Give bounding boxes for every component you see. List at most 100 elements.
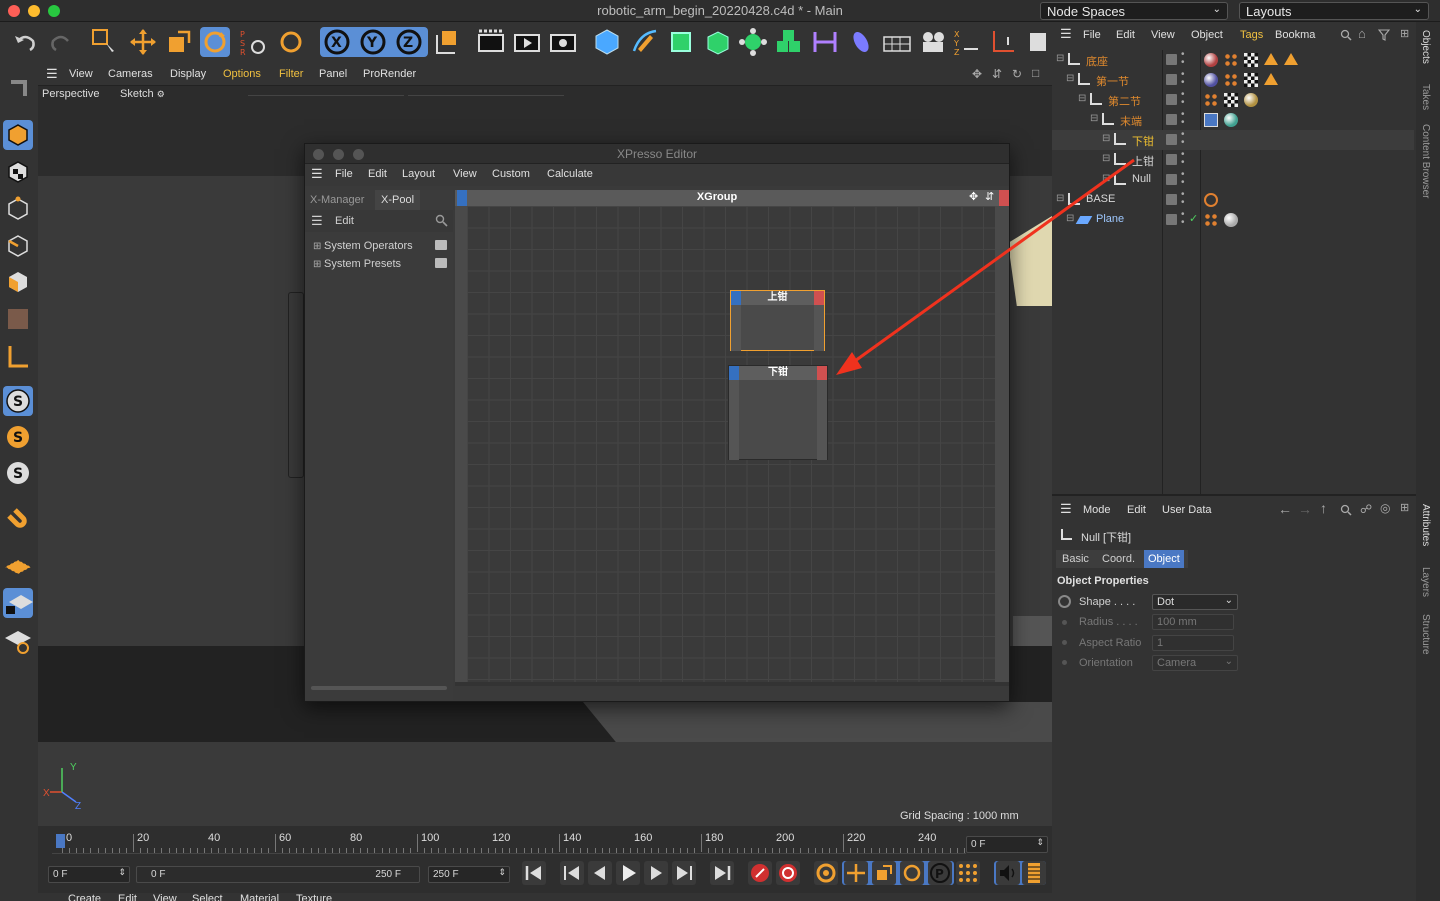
hamburger-menu-icon[interactable]: ☰ <box>46 66 58 82</box>
y-axis-icon[interactable]: Y <box>358 27 388 57</box>
rotation-key-icon[interactable] <box>900 861 924 885</box>
playhead[interactable] <box>56 834 65 848</box>
xgroup-output-port[interactable] <box>999 190 1009 206</box>
stepper-icon[interactable]: ⇕ <box>118 867 126 878</box>
layer-icon[interactable] <box>1166 134 1177 145</box>
objects-menu-object[interactable]: Object <box>1191 29 1223 41</box>
attributes-menu-user-data[interactable]: User Data <box>1162 504 1212 516</box>
current-frame-field[interactable]: 0 F ⇕ <box>966 836 1048 853</box>
side-tab-takes[interactable]: Takes <box>1420 84 1431 110</box>
hamburger-menu-icon[interactable]: ☰ <box>311 166 323 182</box>
point-level-key-icon[interactable] <box>956 861 980 885</box>
coordinate-system-icon[interactable] <box>432 27 462 57</box>
sphere-teal-tag-icon[interactable] <box>1224 113 1238 127</box>
node-input-port[interactable] <box>731 291 741 305</box>
viewport-pan-icon[interactable]: ✥ <box>972 67 982 81</box>
bottom-menu-material[interactable]: Material <box>240 893 279 901</box>
recent-tools-icon[interactable] <box>276 27 306 57</box>
expand-minus-icon[interactable]: ⊟ <box>1102 133 1110 144</box>
hamburger-menu-icon[interactable]: ☰ <box>1060 501 1072 517</box>
dots-tag-icon[interactable] <box>1224 73 1238 87</box>
tri-tag-icon[interactable] <box>1284 53 1298 65</box>
forward-arrow-icon[interactable]: → <box>1298 501 1312 517</box>
dots-tag-icon[interactable] <box>1204 93 1218 107</box>
side-tab-attributes[interactable]: Attributes <box>1420 504 1431 546</box>
layer-icon[interactable] <box>1166 214 1177 225</box>
object-mode-button[interactable] <box>3 120 33 150</box>
expand-minus-icon[interactable]: ⊟ <box>1102 173 1110 184</box>
xpool-edit-menu[interactable]: Edit <box>335 215 354 227</box>
animate-dot[interactable] <box>1062 620 1067 625</box>
camera-label[interactable]: Perspective <box>38 86 104 104</box>
side-tab-objects[interactable]: Objects <box>1420 30 1431 64</box>
mograph-cubes-icon[interactable] <box>774 27 804 57</box>
expand-minus-icon[interactable]: ⊟ <box>1066 73 1074 84</box>
end-frame-field[interactable]: 250 F ⇕ <box>428 866 510 883</box>
record-keys-icon[interactable] <box>748 861 772 885</box>
expand-minus-icon[interactable]: ⊟ <box>1102 153 1110 164</box>
viewport-menu-cameras[interactable]: Cameras <box>108 68 153 80</box>
stepper-icon[interactable]: ⇕ <box>498 867 506 878</box>
viewport-toggle-icon[interactable]: □ <box>1032 66 1039 80</box>
workplane-icon[interactable] <box>1024 27 1048 57</box>
side-tab-content-browser[interactable]: Content Browser <box>1420 124 1431 198</box>
rotate-button[interactable] <box>200 27 230 57</box>
search-icon[interactable] <box>1340 29 1352 41</box>
viewport-menu-display[interactable]: Display <box>170 68 206 80</box>
viewport-menu-panel[interactable]: Panel <box>319 68 347 80</box>
next-key-icon[interactable] <box>672 861 696 885</box>
xpresso-editor-window[interactable]: XPresso Editor ☰ File Edit Layout View C… <box>304 143 1010 702</box>
quantize-icon[interactable]: S <box>3 458 33 488</box>
extrude-icon[interactable] <box>702 27 732 57</box>
auto-keying-icon[interactable] <box>776 861 800 885</box>
checker-tag-icon[interactable] <box>1224 93 1238 107</box>
object-row[interactable]: ⊟ BASE • • <box>1052 190 1414 210</box>
bottom-menu-view[interactable]: View <box>153 893 177 901</box>
tab-x-pool[interactable]: X-Pool <box>375 190 421 210</box>
layer-icon[interactable] <box>1166 54 1177 65</box>
visibility-dots-icon[interactable]: • • <box>1181 130 1185 148</box>
layer-icon[interactable] <box>1166 114 1177 125</box>
checker-tag-icon[interactable] <box>1244 53 1258 67</box>
layer-icon[interactable] <box>1166 94 1177 105</box>
tab-x-manager[interactable]: X-Manager <box>310 194 364 206</box>
xpresso-menu-view[interactable]: View <box>453 168 477 180</box>
attributes-menu-mode[interactable]: Mode <box>1083 504 1111 516</box>
animate-dot[interactable] <box>1062 660 1067 665</box>
cube-icon[interactable] <box>592 27 622 57</box>
expand-minus-icon[interactable]: ⊟ <box>1056 193 1064 204</box>
sidebar-horizontal-scrollbar[interactable] <box>311 686 447 690</box>
texture-mode-icon[interactable] <box>3 157 33 187</box>
expand-minus-icon[interactable]: ⊟ <box>1090 113 1098 124</box>
next-frame-icon[interactable] <box>644 861 668 885</box>
expand-minus-icon[interactable]: ⊟ <box>1066 213 1074 224</box>
parameter-key-icon[interactable]: P <box>928 861 952 885</box>
psr-icon[interactable]: PSR <box>238 27 268 57</box>
home-icon[interactable]: ⌂ <box>1358 26 1366 41</box>
stepper-icon[interactable]: ⇕ <box>1036 837 1044 848</box>
back-arrow-icon[interactable]: ← <box>1278 501 1292 517</box>
previous-frame-icon[interactable] <box>588 861 612 885</box>
subdivision-surface-icon[interactable] <box>666 27 696 57</box>
scale-icon[interactable] <box>164 27 194 57</box>
move-icon[interactable] <box>128 27 158 57</box>
visibility-dots-icon[interactable]: • • <box>1181 190 1185 208</box>
tri-tag-icon[interactable] <box>1264 53 1278 65</box>
target-icon[interactable]: ◎ <box>1380 501 1390 515</box>
layer-icon[interactable] <box>1166 74 1177 85</box>
checker-tag-icon[interactable] <box>1244 73 1258 87</box>
visibility-dots-icon[interactable]: • • <box>1181 90 1185 108</box>
sphere-gold-tag-icon[interactable] <box>1244 93 1258 107</box>
object-row[interactable]: ⊟ 末端 • • <box>1052 110 1414 130</box>
new-window-icon[interactable]: ⊞ <box>1400 501 1409 514</box>
viewport-zoom-icon[interactable]: ⇵ <box>992 67 1002 81</box>
xpresso-menu-calculate[interactable]: Calculate <box>547 168 593 180</box>
viewport-menu-options[interactable]: Options <box>223 68 261 80</box>
layer-icon[interactable] <box>1166 174 1177 185</box>
visibility-dots-icon[interactable]: • • <box>1181 110 1185 128</box>
expand-plus-icon[interactable]: ⊞ <box>313 241 321 252</box>
expand-plus-icon[interactable]: ⊞ <box>313 259 321 270</box>
animate-radio[interactable] <box>1058 595 1071 608</box>
tab-coord[interactable]: Coord. <box>1102 553 1135 565</box>
locked-workplane-button[interactable] <box>3 588 33 618</box>
